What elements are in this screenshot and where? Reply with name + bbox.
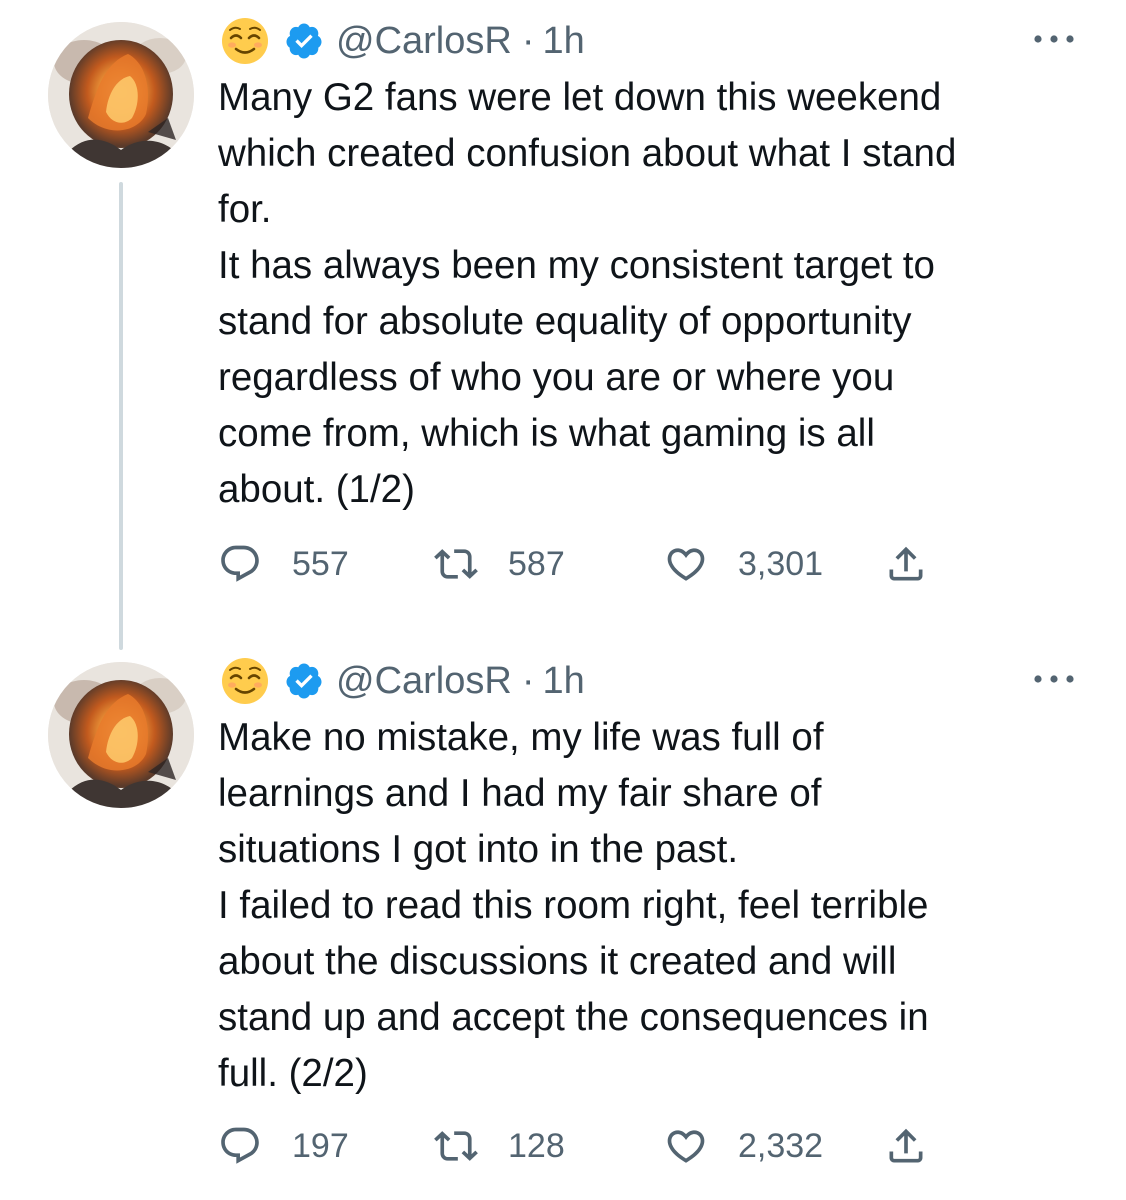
user-handle[interactable]: @CarlosR: [336, 660, 512, 703]
separator-dot: ·: [521, 19, 535, 62]
retweet-button[interactable]: 587: [434, 538, 565, 590]
relieved-face-emoji: [220, 16, 270, 66]
tweet-text-line: It has always been my consistent target …: [218, 244, 935, 287]
tweet-text-line: which created confusion about what I sta…: [218, 132, 957, 175]
like-icon: [664, 542, 708, 586]
reply-button[interactable]: 197: [218, 1120, 349, 1172]
more-options-icon[interactable]: [1030, 28, 1078, 50]
tweet-text-line: stand for absolute equality of opportuni…: [218, 300, 912, 343]
tweet-text-line: Many G2 fans were let down this weekend: [218, 76, 942, 119]
relieved-face-emoji: [220, 656, 270, 706]
retweet-button[interactable]: 128: [434, 1120, 565, 1172]
tweet-text: Many G2 fans were let down this weekend …: [218, 70, 1098, 518]
tweet[interactable]: @CarlosR · 1h Many G2 fans were let down…: [0, 0, 1126, 650]
retweet-count: 587: [508, 544, 565, 583]
reply-icon: [218, 1124, 262, 1168]
retweet-icon: [434, 1124, 478, 1168]
share-icon: [884, 542, 928, 586]
retweet-icon: [434, 542, 478, 586]
tweet-text-line: Make no mistake, my life was full of: [218, 716, 824, 759]
tweet-text-line: stand up and accept the consequences in: [218, 996, 929, 1039]
tweet-actions: 197 128 2,332: [218, 1120, 978, 1172]
reply-button[interactable]: 557: [218, 538, 349, 590]
timestamp[interactable]: 1h: [542, 660, 584, 703]
like-button[interactable]: 2,332: [664, 1120, 823, 1172]
tweet-text-line: come from, which is what gaming is all: [218, 412, 875, 455]
tweet-text: Make no mistake, my life was full of lea…: [218, 710, 1098, 1102]
tweet[interactable]: @CarlosR · 1h Make no mistake, my life w…: [0, 640, 1126, 1200]
tweet-text-line: regardless of who you are or where you: [218, 356, 895, 399]
user-handle[interactable]: @CarlosR: [336, 20, 512, 63]
tweet-text-line: for.: [218, 188, 272, 231]
like-icon: [664, 1124, 708, 1168]
separator-dot: ·: [521, 659, 535, 702]
share-icon: [884, 1124, 928, 1168]
like-button[interactable]: 3,301: [664, 538, 823, 590]
reply-count: 557: [292, 544, 349, 583]
tweet-header: @CarlosR · 1h: [220, 656, 585, 706]
share-button[interactable]: [884, 538, 928, 590]
tweet-text-line: about the discussions it created and wil…: [218, 940, 897, 983]
like-count: 2,332: [738, 1126, 824, 1165]
avatar[interactable]: [48, 662, 194, 808]
tweet-text-line: full. (2/2): [218, 1052, 368, 1095]
tweet-text-line: I failed to read this room right, feel t…: [218, 884, 929, 927]
reply-icon: [218, 542, 262, 586]
tweet-text-line: about. (1/2): [218, 468, 415, 511]
verified-badge-icon: [284, 21, 324, 61]
timestamp[interactable]: 1h: [542, 20, 584, 63]
verified-badge-icon: [284, 661, 324, 701]
tweet-text-line: learnings and I had my fair share of: [218, 772, 822, 815]
tweet-actions: 557 587 3,301: [218, 538, 978, 590]
tweet-header: @CarlosR · 1h: [220, 16, 585, 66]
share-button[interactable]: [884, 1120, 928, 1172]
avatar[interactable]: [48, 22, 194, 168]
retweet-count: 128: [508, 1126, 565, 1165]
tweet-text-line: situations I got into in the past.: [218, 828, 739, 871]
like-count: 3,301: [738, 544, 824, 583]
thread-line: [119, 182, 123, 650]
more-options-icon[interactable]: [1030, 668, 1078, 690]
reply-count: 197: [292, 1126, 349, 1165]
